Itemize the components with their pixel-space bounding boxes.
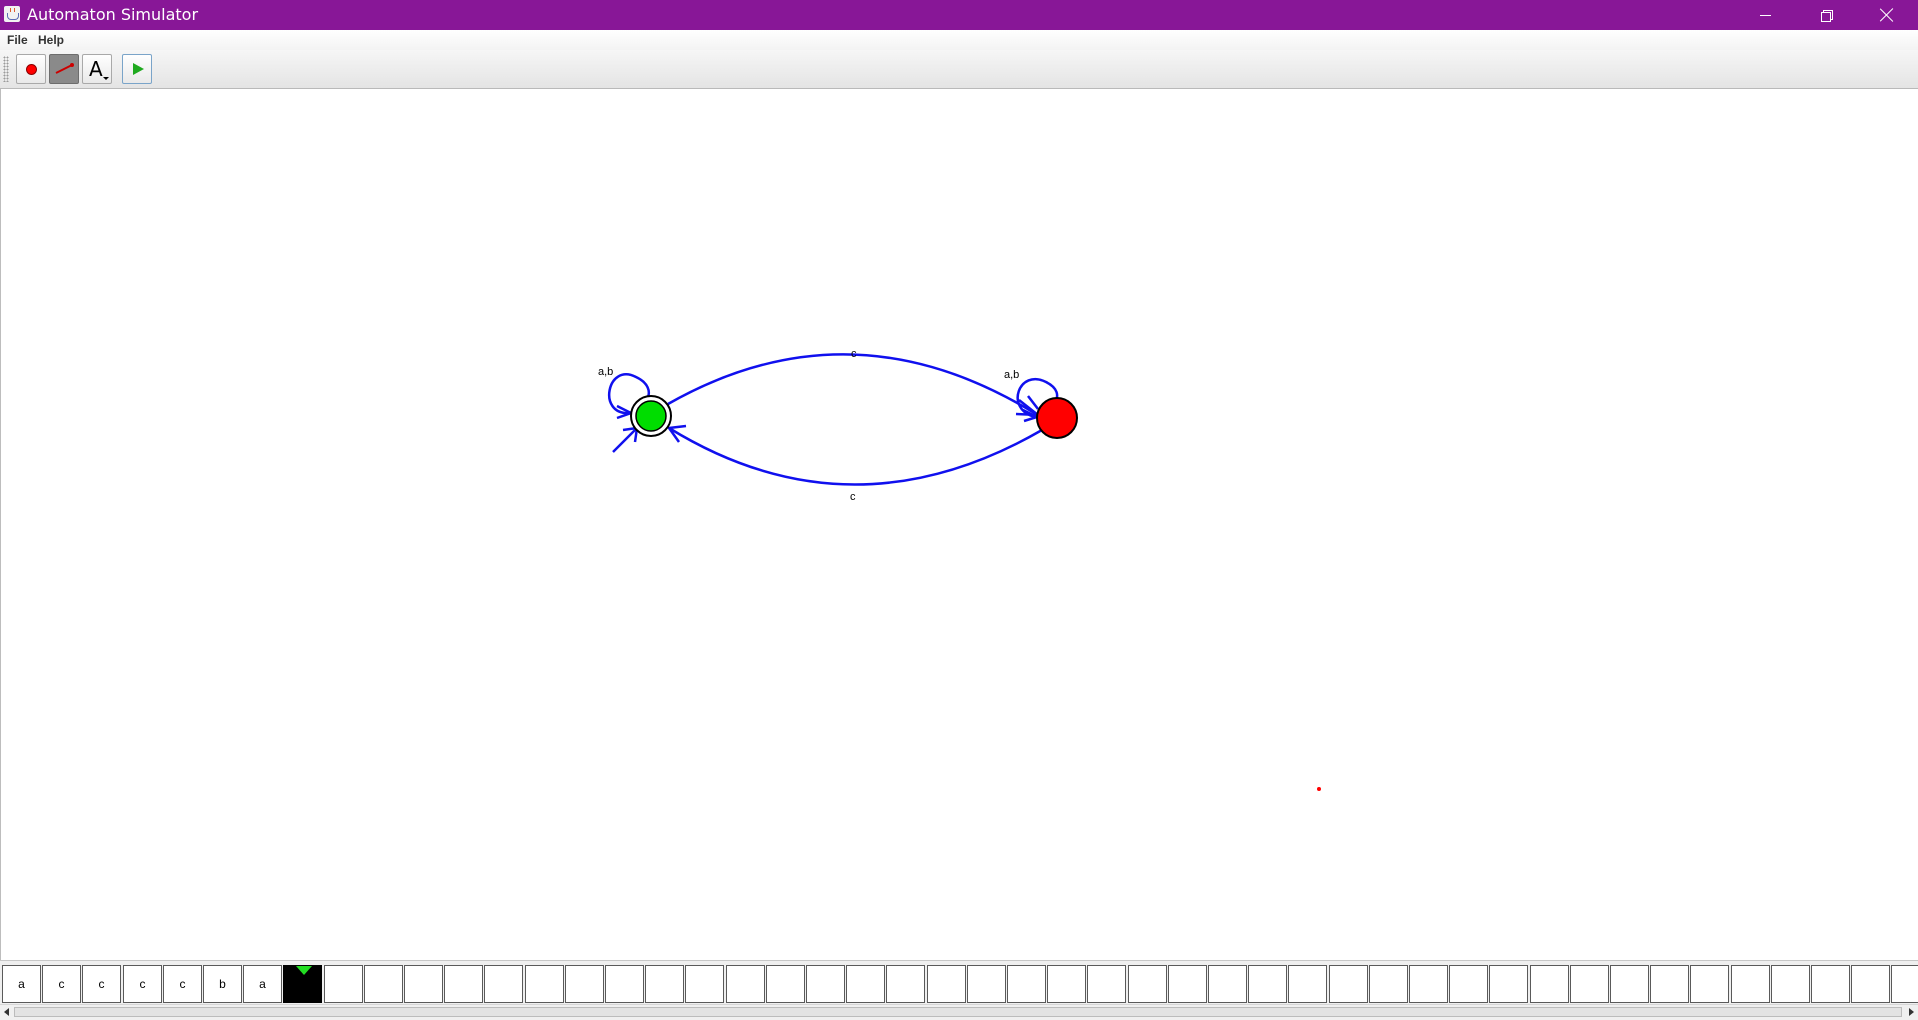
tape-cell[interactable] (886, 965, 925, 1003)
menu-bar: File Help (0, 30, 1918, 50)
tape-cell[interactable] (1087, 965, 1126, 1003)
tape-cell[interactable] (404, 965, 443, 1003)
input-tape: accccba (0, 960, 1918, 1005)
scroll-left-icon[interactable] (4, 1008, 9, 1016)
tape-cell[interactable] (766, 965, 805, 1003)
tape-cell[interactable] (1851, 965, 1890, 1003)
tape-cell[interactable] (605, 965, 644, 1003)
tape-cell[interactable]: c (123, 965, 162, 1003)
restore-button[interactable] (1796, 0, 1856, 30)
run-button[interactable] (122, 54, 152, 84)
tape-cell[interactable] (364, 965, 403, 1003)
restore-icon (1820, 9, 1833, 22)
tape-cell[interactable] (1047, 965, 1086, 1003)
scroll-thumb[interactable] (14, 1007, 1902, 1017)
java-cup-icon (4, 6, 20, 22)
tape-head-cell[interactable] (283, 965, 322, 1003)
tape-cell[interactable] (1449, 965, 1488, 1003)
tape-cell[interactable] (726, 965, 765, 1003)
state-rejecting[interactable] (1036, 397, 1078, 439)
arrow-line-icon (55, 63, 74, 74)
transition-edge-c-top[interactable] (667, 353, 1037, 416)
state-start-accepting[interactable] (630, 395, 672, 437)
dropdown-arrow-icon (103, 77, 109, 80)
edge-top-label: c (851, 348, 857, 360)
minimize-icon (1759, 14, 1771, 16)
toolbar-grip[interactable] (3, 56, 9, 82)
close-icon (1880, 8, 1894, 22)
text-tool-button[interactable]: A (82, 54, 112, 84)
tape-cell[interactable] (1771, 965, 1810, 1003)
tape-cell[interactable] (484, 965, 523, 1003)
menu-help[interactable]: Help (38, 33, 64, 47)
tape-cell[interactable] (1489, 965, 1528, 1003)
transition-edge-c-bottom[interactable] (668, 426, 1043, 486)
tape-cell[interactable] (1128, 965, 1167, 1003)
state-tool-button[interactable] (16, 54, 46, 84)
tape-cell[interactable] (1007, 965, 1046, 1003)
menu-file[interactable]: File (7, 33, 28, 47)
text-a-icon: A (89, 57, 103, 81)
automaton-canvas[interactable]: a,b a,b c c (0, 89, 1918, 961)
tape-cell[interactable] (1811, 965, 1850, 1003)
tape-cell[interactable] (645, 965, 684, 1003)
red-circle-icon (26, 64, 37, 75)
transition-tool-button[interactable] (49, 54, 79, 84)
tape-cell[interactable]: a (2, 965, 41, 1003)
tape-cell[interactable]: c (163, 965, 202, 1003)
tape-cell[interactable] (1891, 965, 1918, 1003)
tape-cell[interactable] (1530, 965, 1569, 1003)
tape-cell[interactable] (1650, 965, 1689, 1003)
edge-bottom-label: c (850, 491, 856, 503)
tape-cell[interactable] (1329, 965, 1368, 1003)
loop-right-label: a,b (1004, 369, 1019, 381)
scroll-right-icon[interactable] (1909, 1008, 1914, 1016)
tape-cell[interactable] (1369, 965, 1408, 1003)
minimize-button[interactable] (1735, 0, 1795, 30)
tape-cell[interactable] (324, 965, 363, 1003)
tape-cell[interactable] (1731, 965, 1770, 1003)
window-title: Automaton Simulator (27, 5, 199, 24)
tape-cell[interactable] (1168, 965, 1207, 1003)
cursor-dot (1317, 787, 1321, 791)
tape-cell[interactable] (846, 965, 885, 1003)
tape-cell[interactable] (806, 965, 845, 1003)
loop-left-label: a,b (598, 366, 613, 378)
tape-cell[interactable] (967, 965, 1006, 1003)
tape-cell[interactable]: c (42, 965, 81, 1003)
initial-state-arrow (612, 427, 638, 453)
tape-cell[interactable] (1570, 965, 1609, 1003)
tape-cell[interactable] (685, 965, 724, 1003)
tape-cell[interactable] (1208, 965, 1247, 1003)
tape-cell[interactable] (525, 965, 564, 1003)
tape-cell[interactable] (1288, 965, 1327, 1003)
tape-cell[interactable] (444, 965, 483, 1003)
tape-cell[interactable]: a (243, 965, 282, 1003)
tape-cell[interactable] (565, 965, 604, 1003)
play-icon (133, 63, 144, 75)
tape-cell[interactable]: c (82, 965, 121, 1003)
tape-cell[interactable] (1248, 965, 1287, 1003)
automaton-diagram: a,b a,b c c (598, 348, 1321, 791)
tape-cell[interactable] (1610, 965, 1649, 1003)
tape-cell[interactable] (1690, 965, 1729, 1003)
horizontal-scrollbar[interactable] (0, 1004, 1918, 1020)
tape-cell[interactable]: b (203, 965, 242, 1003)
title-bar: Automaton Simulator (0, 0, 1918, 30)
close-button[interactable] (1857, 0, 1917, 30)
toolbar: A (0, 50, 1918, 89)
tape-cell[interactable] (1409, 965, 1448, 1003)
tape-cell[interactable] (927, 965, 966, 1003)
